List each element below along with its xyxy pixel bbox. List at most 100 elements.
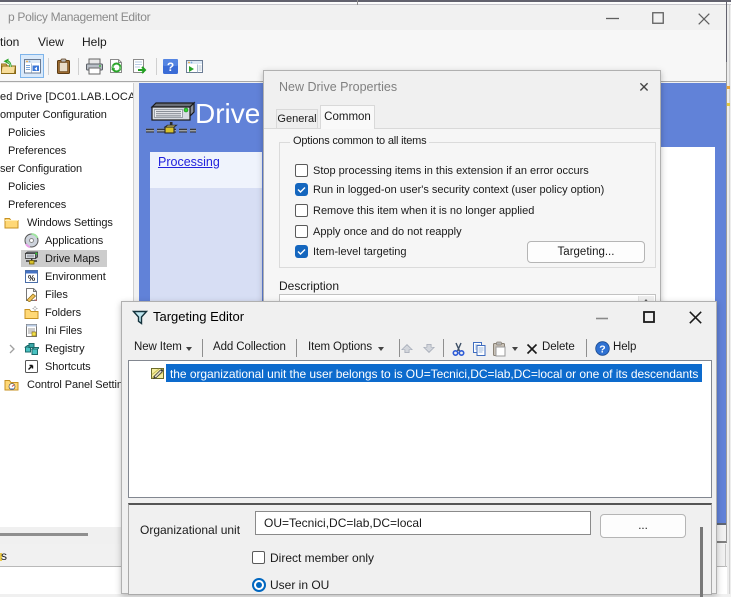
user-in-ou-radio[interactable] [252, 578, 266, 592]
move-down-icon[interactable] [423, 344, 435, 353]
export-list-icon[interactable] [131, 58, 150, 75]
menu-action[interactable]: tion [0, 35, 19, 49]
checkbox-run-user-context[interactable] [295, 183, 308, 196]
tree-item-preferences[interactable]: Preferences [8, 142, 66, 160]
description-label: Description [279, 279, 339, 293]
tree-item-label: ed Drive [DC01.LAB.LOCA [0, 91, 134, 103]
item-options-button[interactable]: Item Options [308, 341, 372, 353]
targeting-editor-title: Targeting Editor [153, 309, 244, 324]
tree-item-user-configuration[interactable]: ser Configuration [0, 160, 82, 178]
targeting-items-list[interactable]: the organizational unit the user belongs… [128, 360, 712, 498]
direct-member-only-checkbox[interactable] [252, 551, 265, 564]
tree-item-label: Preferences [8, 145, 66, 157]
panel-scrollbar-thumb[interactable] [700, 527, 703, 597]
tree-item-label: Registry [45, 343, 85, 355]
drive-maps-icon [24, 251, 39, 266]
targeting-editor-toolbar: New Item Add Collection Item Options Del… [122, 332, 716, 360]
refresh-icon[interactable] [108, 58, 125, 75]
folder-icon [4, 215, 19, 230]
tree-item-registry[interactable]: Registry [45, 340, 85, 358]
user-in-ou-label: User in OU [270, 578, 329, 592]
organizational-unit-input[interactable]: OU=Tecnici,DC=lab,DC=local [255, 511, 591, 535]
desktop-artifact-dot [727, 103, 730, 106]
toggle-console-tree-button[interactable] [20, 54, 44, 78]
tree-item-computer-configuration[interactable]: omputer Configuration [0, 106, 107, 124]
paste-icon[interactable] [492, 341, 507, 357]
desktop-right-margin-line [729, 0, 730, 594]
checkbox-item-level-targeting[interactable] [295, 245, 308, 258]
add-collection-button[interactable]: Add Collection [213, 341, 286, 353]
ted-help-label[interactable]: Help [613, 341, 636, 353]
tree-item-applications[interactable]: Applications [45, 232, 103, 250]
tab-common[interactable]: Common [320, 105, 375, 129]
checkbox-remove-item[interactable] [295, 204, 308, 217]
gpme-window-title: p Policy Management Editor [8, 10, 150, 24]
chevron-right-icon[interactable] [8, 344, 16, 354]
help-icon[interactable]: ? [162, 58, 179, 75]
cut-icon[interactable] [452, 342, 465, 356]
targeting-item-text: the organizational unit the user belongs… [170, 367, 698, 381]
targeting-button[interactable]: Targeting... [527, 241, 645, 263]
copy-icon[interactable] [472, 341, 487, 357]
toolbar-separator [48, 58, 49, 75]
processing-link[interactable]: Processing [158, 155, 220, 169]
new-item-caret-icon[interactable] [186, 347, 192, 351]
props-close-button[interactable]: ✕ [634, 77, 654, 97]
tree-item-environment[interactable]: % Environment [45, 268, 106, 286]
gpme-close-button[interactable] [698, 13, 710, 25]
new-item-button[interactable]: New Item [134, 341, 182, 353]
paste-caret-icon[interactable] [512, 347, 518, 351]
move-up-icon[interactable] [401, 344, 413, 353]
item-options-caret-icon[interactable] [378, 347, 384, 351]
ted-toolbar-separator [399, 339, 400, 357]
gpme-right-border-top [726, 0, 727, 62]
menu-help[interactable]: Help [82, 35, 107, 49]
clipboard-icon[interactable] [55, 58, 72, 75]
files-icon [24, 287, 39, 302]
tree-item-control-panel-settings[interactable]: Control Panel Settings [27, 376, 134, 394]
browse-ou-button[interactable]: ... [600, 514, 686, 538]
ted-help-icon[interactable]: ? [595, 341, 610, 356]
tree-item-label: Preferences [8, 199, 66, 211]
tree-scrollbar-thumb[interactable] [0, 533, 88, 536]
menu-view[interactable]: View [38, 35, 64, 49]
props-dialog-title: New Drive Properties [279, 80, 397, 94]
environment-icon: % [24, 269, 39, 284]
tree-item-windows-settings[interactable]: Windows Settings [27, 214, 113, 232]
tree-item-folders[interactable]: Folders [45, 304, 81, 322]
folders-icon [24, 305, 39, 320]
tree-item-shortcuts[interactable]: Shortcuts [45, 358, 91, 376]
gpme-minimize-button[interactable] [606, 17, 619, 20]
toolbar-separator [156, 58, 157, 75]
delete-x-icon[interactable] [526, 343, 538, 355]
tree-item-gpo-root[interactable]: ed Drive [DC01.LAB.LOCA [0, 88, 134, 106]
tab-general[interactable]: General [276, 109, 318, 129]
tree-item-label: Windows Settings [27, 217, 113, 229]
printer-icon[interactable] [85, 58, 104, 75]
checkbox-apply-once[interactable] [295, 225, 308, 238]
props-tab-page: Options common to all items Stop process… [264, 128, 660, 316]
tree-item-files[interactable]: Files [45, 286, 68, 304]
checkbox-stop-processing[interactable] [295, 164, 308, 177]
tree-item-policies-user[interactable]: Policies [8, 178, 45, 196]
console-tree-pane: ed Drive [DC01.LAB.LOCA omputer Configur… [0, 83, 134, 527]
options-group-label: Options common to all items [290, 135, 429, 147]
tree-item-preferences-user[interactable]: Preferences [8, 196, 66, 214]
selected-targeting-item[interactable]: the organizational unit the user belongs… [166, 364, 702, 382]
console-window-icon[interactable] [185, 58, 204, 75]
svg-text:?: ? [167, 60, 174, 74]
tree-item-drive-maps[interactable]: Drive Maps [45, 250, 100, 268]
folder-up-icon[interactable] [1, 58, 18, 75]
ted-close-button[interactable] [689, 311, 702, 324]
ted-maximize-button[interactable] [643, 311, 655, 323]
svg-text:?: ? [599, 344, 605, 356]
targeting-editor-titlebar: Targeting Editor [122, 302, 716, 332]
gpme-maximize-button[interactable] [652, 12, 664, 24]
tree-item-ini-files[interactable]: Ini Files [45, 322, 82, 340]
delete-button[interactable]: Delete [542, 341, 575, 353]
ted-minimize-button[interactable] [596, 317, 608, 320]
new-drive-properties-dialog: New Drive Properties ✕ General Common Op… [263, 70, 661, 315]
svg-text:%: % [28, 274, 35, 283]
tree-item-policies[interactable]: Policies [8, 124, 45, 142]
background-tree-label: s [1, 549, 7, 563]
